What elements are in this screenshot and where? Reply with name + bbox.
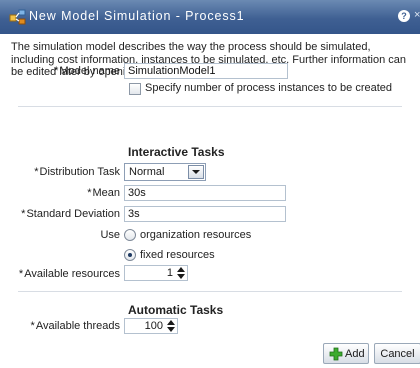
model-name-input[interactable] [124, 63, 288, 79]
simulation-model-icon [9, 9, 27, 25]
use-label: Use [100, 229, 120, 241]
distribution-task-label: *Distribution Task [34, 166, 120, 178]
up-down-arrows-icon[interactable] [166, 319, 176, 333]
organization-resources-radio[interactable] [124, 229, 136, 241]
add-button-label: Add [345, 348, 365, 360]
fixed-resources-radio[interactable] [124, 249, 136, 261]
up-down-arrows-icon[interactable] [176, 266, 186, 280]
chevron-down-icon[interactable] [188, 165, 204, 179]
standard-deviation-input[interactable] [124, 206, 286, 222]
dialog-title: New Model Simulation - Process1 [29, 9, 245, 23]
fixed-resources-label: fixed resources [140, 249, 215, 261]
available-threads-spinner[interactable]: 100 [124, 318, 178, 334]
section-divider [18, 106, 402, 107]
interactive-tasks-heading: Interactive Tasks [128, 145, 225, 159]
specify-instances-label: Specify number of process instances to b… [145, 82, 393, 94]
available-threads-label: *Available threads [30, 320, 120, 332]
specify-instances-checkbox[interactable] [129, 83, 141, 95]
mean-input[interactable] [124, 185, 286, 201]
model-name-label: *Model name [54, 65, 120, 77]
distribution-task-value: Normal [129, 166, 165, 178]
available-threads-value: 100 [144, 320, 163, 332]
help-icon[interactable]: ? [398, 10, 410, 22]
distribution-task-select[interactable]: Normal [124, 163, 206, 181]
dialog-titlebar: New Model Simulation - Process1 ? × [0, 0, 420, 34]
section-divider [18, 291, 402, 292]
available-resources-label: *Available resources [18, 268, 120, 280]
automatic-tasks-heading: Automatic Tasks [128, 303, 224, 317]
organization-resources-label: organization resources [140, 229, 252, 241]
mean-label: *Mean [87, 187, 120, 199]
close-icon[interactable]: × [414, 9, 420, 21]
cancel-button[interactable]: Cancel [374, 343, 420, 364]
add-button[interactable]: Add [323, 343, 369, 364]
standard-deviation-label: *Standard Deviation [21, 208, 120, 220]
available-resources-value: 1 [166, 267, 173, 279]
green-plus-icon [329, 347, 343, 361]
available-resources-spinner[interactable]: 1 [124, 265, 188, 281]
